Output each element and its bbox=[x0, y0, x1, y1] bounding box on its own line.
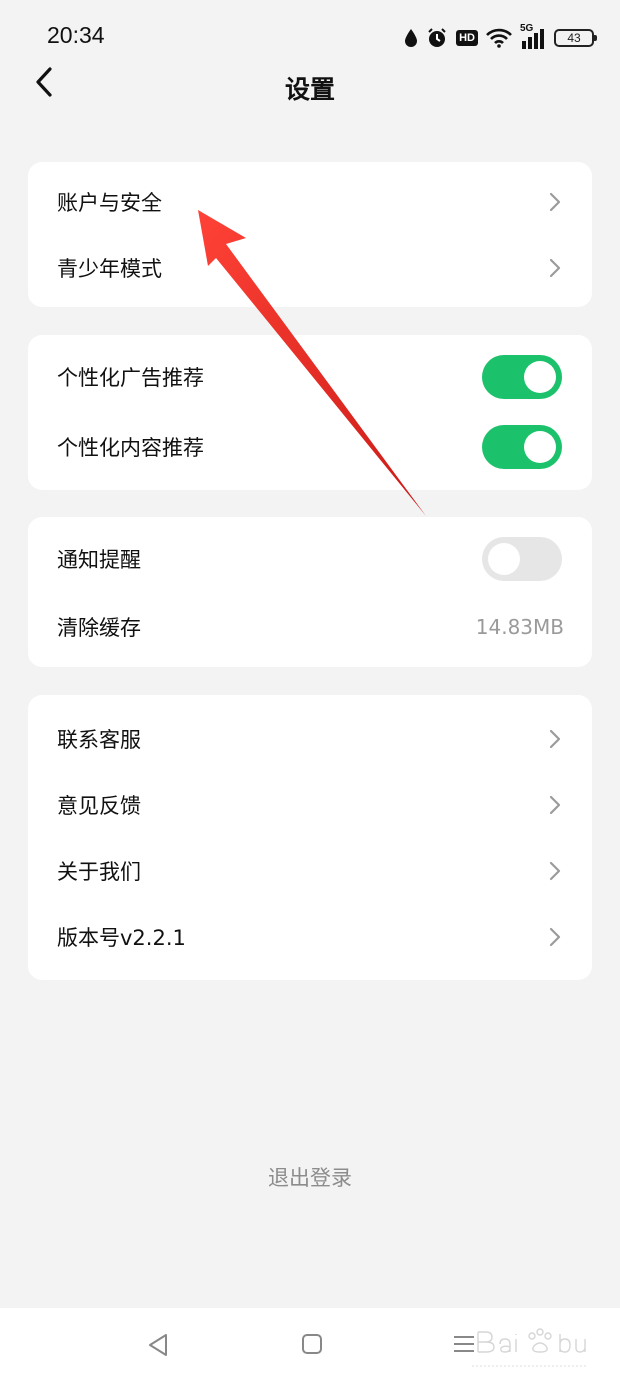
row-label: 青少年模式 bbox=[57, 257, 162, 281]
row-teen-mode[interactable]: 青少年模式 bbox=[28, 238, 592, 298]
notifications-toggle[interactable] bbox=[482, 537, 562, 581]
chevron-right-icon bbox=[549, 927, 561, 947]
personalized-ads-toggle[interactable] bbox=[482, 355, 562, 399]
row-label: 版本号v2.2.1 bbox=[57, 926, 186, 950]
network-type-label: 5G bbox=[520, 23, 534, 34]
row-contact-support[interactable]: 联系客服 bbox=[28, 709, 592, 769]
logout-area: 退出登录 bbox=[0, 1162, 620, 1192]
settings-group-personalization: 个性化广告推荐 个性化内容推荐 bbox=[28, 335, 592, 490]
signal-icon: 5G bbox=[520, 23, 546, 49]
row-feedback[interactable]: 意见反馈 bbox=[28, 775, 592, 835]
chevron-right-icon bbox=[549, 795, 561, 815]
row-label: 账户与安全 bbox=[57, 191, 162, 215]
row-about-us[interactable]: 关于我们 bbox=[28, 841, 592, 901]
row-label: 个性化内容推荐 bbox=[57, 436, 204, 460]
personalized-content-toggle[interactable] bbox=[482, 425, 562, 469]
toggle-knob bbox=[524, 361, 556, 393]
page-title: 设置 bbox=[284, 75, 335, 104]
row-clear-cache[interactable]: 清除缓存 14.83MB bbox=[28, 597, 592, 657]
nav-back-button[interactable] bbox=[146, 1332, 170, 1362]
settings-group-about: 联系客服 意见反馈 关于我们 版本号v2.2.1 bbox=[28, 695, 592, 980]
row-label: 意见反馈 bbox=[57, 794, 141, 818]
hd-icon: HD bbox=[456, 30, 478, 46]
row-account-security[interactable]: 账户与安全 bbox=[28, 172, 592, 232]
row-label: 个性化广告推荐 bbox=[57, 366, 204, 390]
row-label: 联系客服 bbox=[57, 728, 141, 752]
logout-button[interactable]: 退出登录 bbox=[268, 1166, 352, 1190]
chevron-right-icon bbox=[549, 861, 561, 881]
battery-icon: 43 bbox=[554, 29, 597, 47]
toggle-knob bbox=[488, 543, 520, 575]
row-label: 通知提醒 bbox=[57, 548, 141, 572]
settings-group-account: 账户与安全 青少年模式 bbox=[28, 162, 592, 307]
chevron-right-icon bbox=[549, 192, 561, 212]
row-notifications: 通知提醒 bbox=[28, 529, 592, 589]
toggle-knob bbox=[524, 431, 556, 463]
triangle-back-icon bbox=[149, 1334, 167, 1356]
alarm-icon bbox=[426, 27, 448, 49]
wifi-icon bbox=[486, 28, 512, 48]
row-label: 清除缓存 bbox=[57, 616, 141, 640]
settings-group-general: 通知提醒 清除缓存 14.83MB bbox=[28, 517, 592, 667]
row-personalized-ads: 个性化广告推荐 bbox=[28, 347, 592, 407]
baidu-watermark-logo bbox=[472, 1328, 586, 1367]
row-version[interactable]: 版本号v2.2.1 bbox=[28, 907, 592, 967]
row-personalized-content: 个性化内容推荐 bbox=[28, 417, 592, 477]
chevron-right-icon bbox=[549, 258, 561, 278]
nav-home-button[interactable] bbox=[300, 1332, 324, 1360]
status-icons: HD 5G 43 bbox=[404, 23, 597, 52]
row-label: 关于我们 bbox=[57, 860, 141, 884]
nav-header: 设置 bbox=[0, 60, 620, 112]
status-time: 20:34 bbox=[47, 22, 105, 48]
square-home-icon bbox=[302, 1334, 322, 1354]
cache-size: 14.83MB bbox=[475, 615, 564, 639]
chevron-right-icon bbox=[549, 729, 561, 749]
drop-icon bbox=[404, 28, 418, 48]
